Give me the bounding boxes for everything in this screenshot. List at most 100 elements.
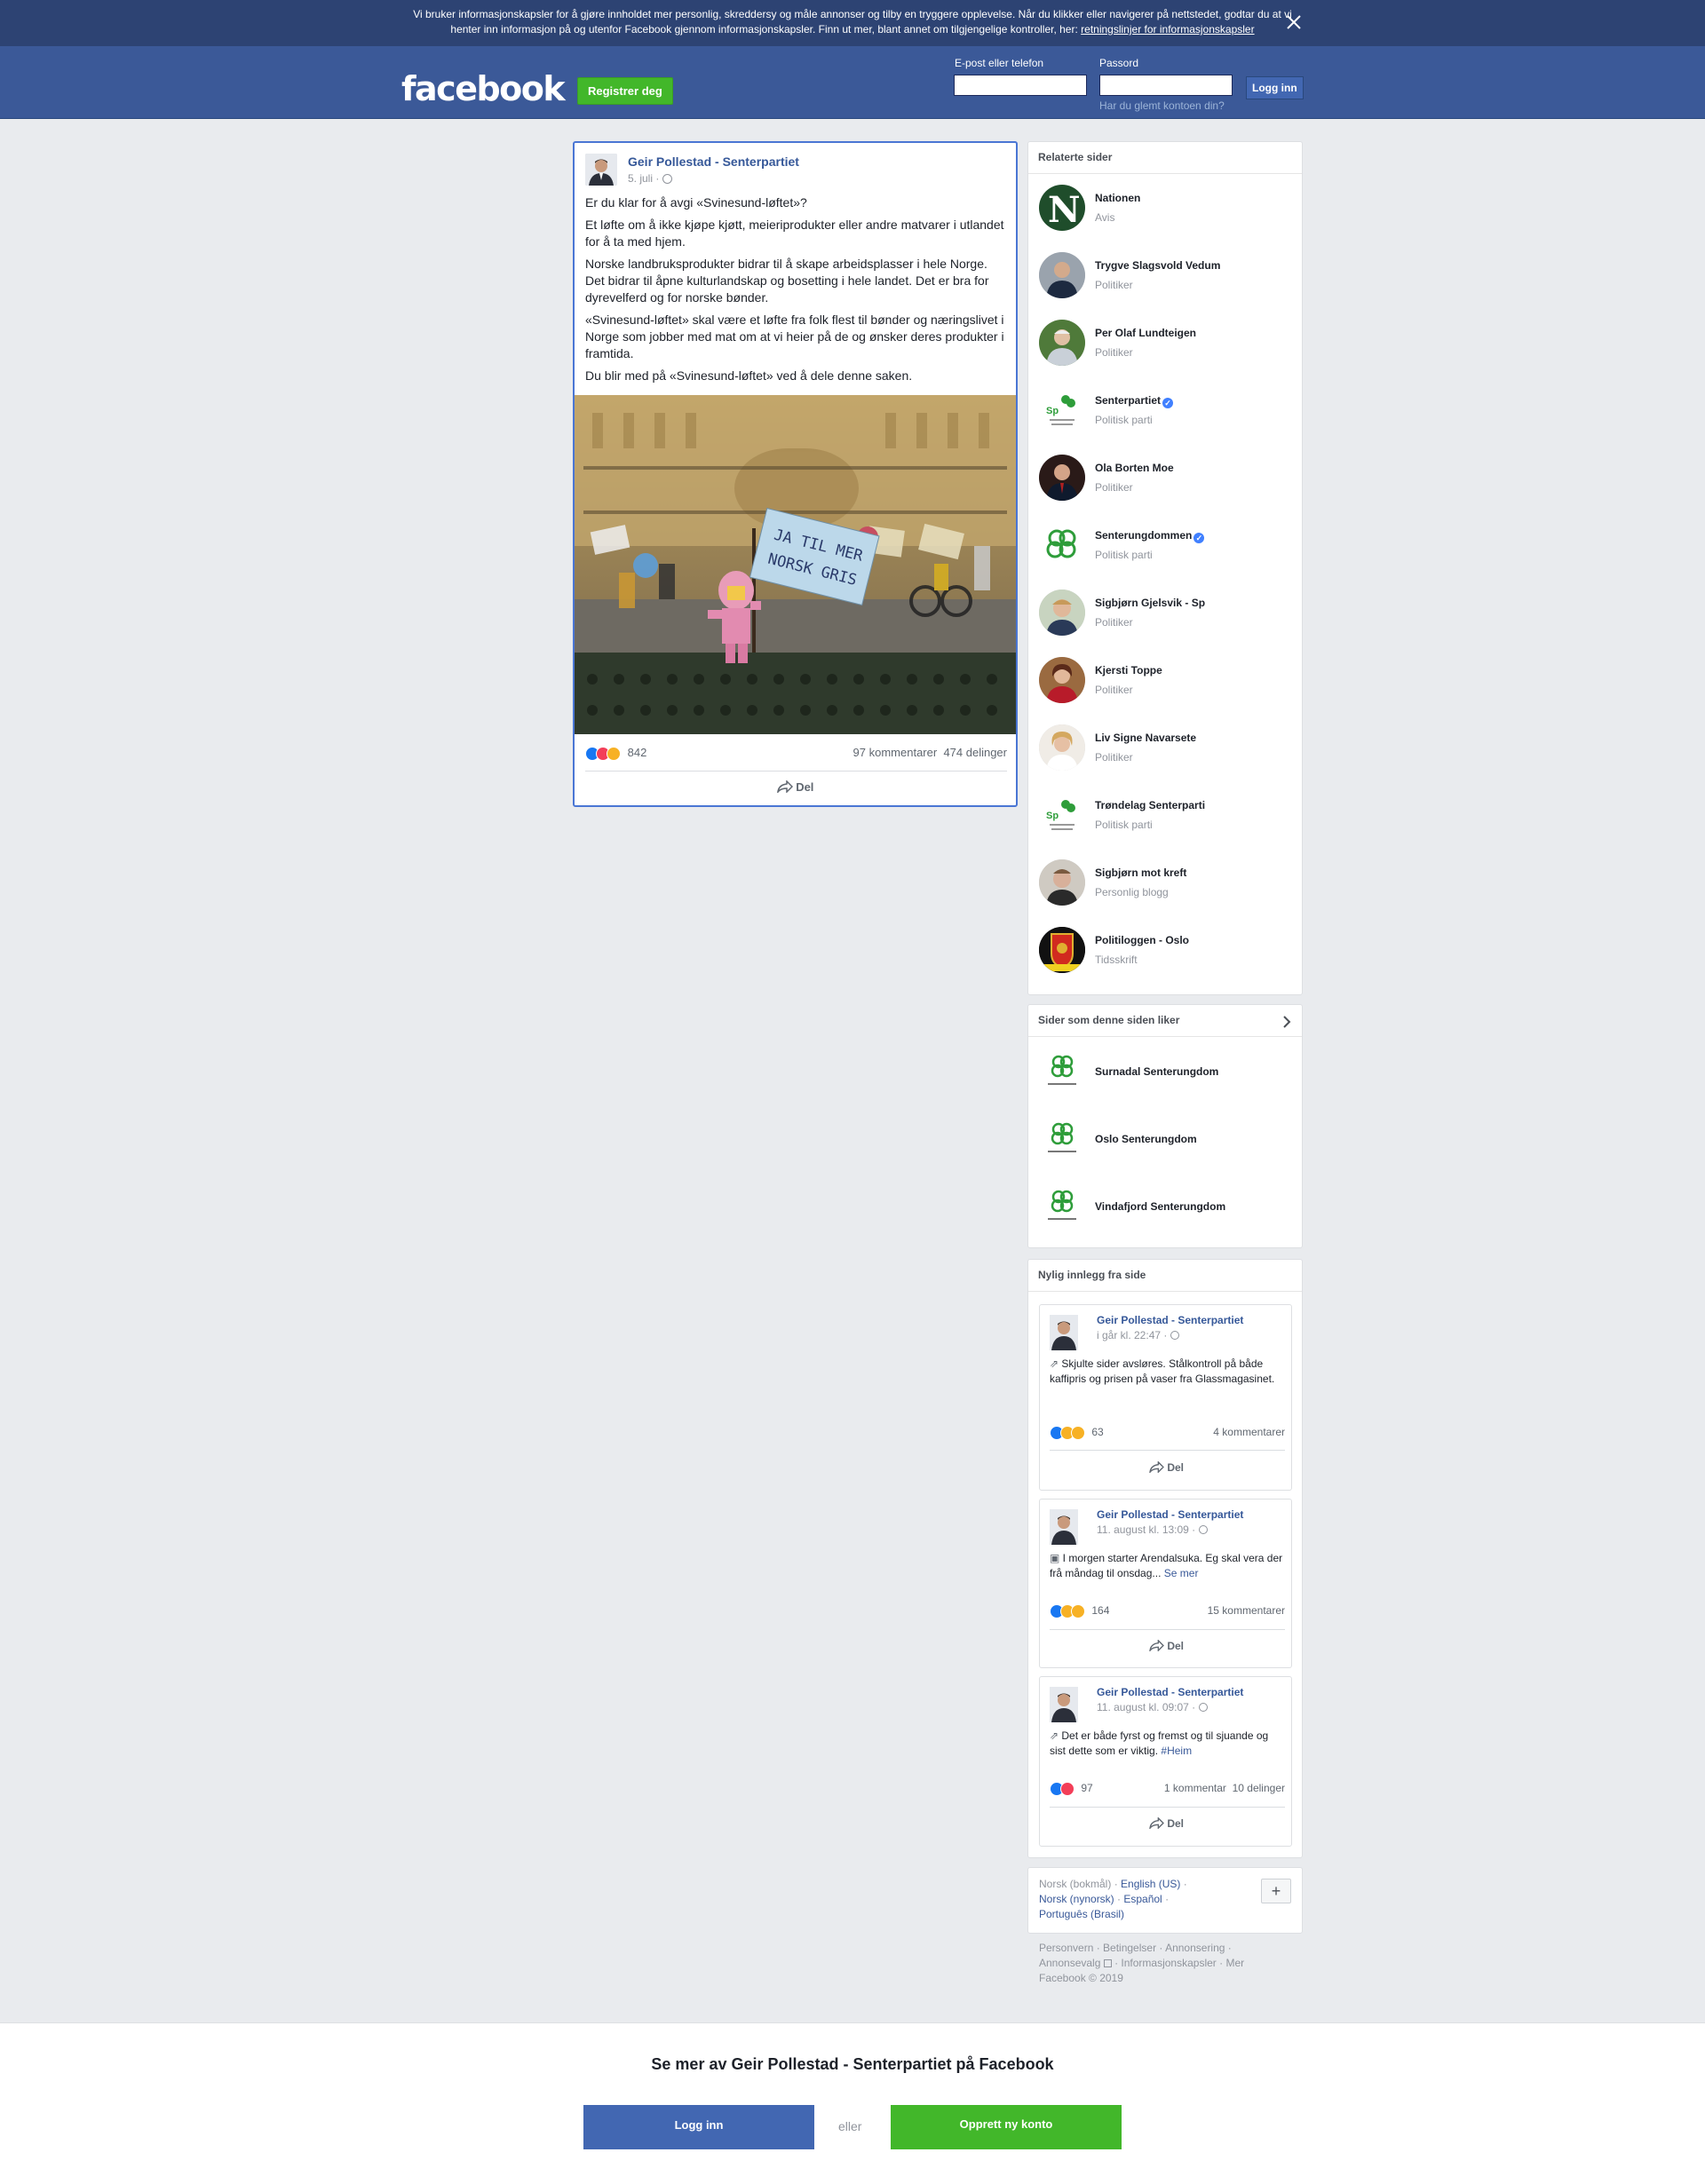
author-avatar[interactable] <box>1050 1687 1078 1722</box>
email-field[interactable] <box>954 75 1087 96</box>
author-avatar[interactable] <box>585 154 617 186</box>
globe-icon <box>662 174 672 184</box>
reactions-count[interactable]: 63 <box>1091 1426 1103 1438</box>
author-avatar[interactable] <box>1050 1509 1078 1545</box>
share-icon <box>1149 1460 1164 1475</box>
liked-pages-header[interactable]: Sider som denne siden liker <box>1028 1005 1302 1037</box>
sad-reaction-icon <box>1071 1426 1085 1440</box>
share-label: Del <box>1167 1817 1185 1830</box>
related-page-name: Ola Borten Moe <box>1095 462 1174 474</box>
add-language-button[interactable]: + <box>1261 1879 1291 1903</box>
share-button[interactable]: Del <box>575 779 1016 795</box>
page-avatar <box>1039 522 1085 568</box>
related-page-name: Per Olaf Lundteigen <box>1095 327 1197 339</box>
reactions-count[interactable]: 97 <box>1081 1782 1092 1794</box>
shares-count-link[interactable]: 474 delinger <box>943 746 1007 759</box>
related-page-category: Politiker <box>1095 684 1133 696</box>
page-avatar <box>1039 859 1085 906</box>
post-photo[interactable]: JA TIL MER NORSK GRIS <box>575 395 1016 734</box>
verified-badge-icon: ✓ <box>1194 533 1205 543</box>
language-link[interactable]: Español <box>1123 1893 1162 1905</box>
divider <box>585 771 1007 772</box>
recent-post-reactions: 63 4 kommentarer <box>1050 1426 1285 1440</box>
language-link[interactable]: Português (Brasil) <box>1039 1908 1124 1920</box>
share-button[interactable]: Del <box>1040 1816 1293 1831</box>
chevron-right-icon[interactable] <box>1282 1016 1291 1028</box>
post-paragraph: Er du klar for å avgi «Svinesund-løftet»… <box>585 195 807 210</box>
cookie-policy-link[interactable]: retningslinjer for informasjonskapsler <box>1081 23 1254 36</box>
cookie-banner: Vi bruker informasjonskapsler for å gjør… <box>0 0 1705 46</box>
page-avatar <box>1039 455 1085 501</box>
comments-count-link[interactable]: 15 kommentarer <box>1208 1604 1285 1617</box>
recent-post-date[interactable]: 11. august kl. 13:09 · <box>1097 1523 1208 1536</box>
related-page-category: Politiker <box>1095 279 1133 291</box>
see-more-link[interactable]: Se mer <box>1164 1567 1199 1579</box>
current-language: Norsk (bokmål) <box>1039 1878 1112 1890</box>
related-page-category: Avis <box>1095 211 1115 224</box>
recent-post-date[interactable]: 11. august kl. 09:07 · <box>1097 1701 1208 1713</box>
share-button[interactable]: Del <box>1040 1460 1293 1475</box>
footer-links-text-2[interactable]: · Informasjonskapsler · Mer <box>1112 1957 1244 1969</box>
globe-icon <box>1170 1331 1179 1340</box>
recent-post-author[interactable]: Geir Pollestad - Senterpartiet <box>1097 1314 1243 1326</box>
related-page-category: Politisk parti <box>1095 549 1153 561</box>
recent-post: Geir Pollestad - Senterpartiet i går kl.… <box>1039 1304 1292 1491</box>
footer-links: Personvern · Betingelser · Annonsering ·… <box>1039 1941 1288 1986</box>
create-account-button[interactable]: Opprett ny konto <box>891 2105 1122 2149</box>
facebook-logo[interactable]: facebook <box>401 69 566 108</box>
related-page-category: Politisk parti <box>1095 414 1153 426</box>
page-avatar: Sp <box>1039 387 1085 433</box>
related-pages-card: Relaterte sider N Nationen Avis Trygve S… <box>1027 141 1303 995</box>
header-login-button[interactable]: Logg inn <box>1246 76 1304 99</box>
svg-text:N: N <box>1048 189 1081 231</box>
related-page-category: Politiker <box>1095 616 1133 629</box>
recent-post-author[interactable]: Geir Pollestad - Senterpartiet <box>1097 1508 1243 1521</box>
reactions-summary[interactable]: 842 <box>585 746 647 761</box>
page-avatar <box>1039 252 1085 298</box>
related-page-category: Personlig blogg <box>1095 886 1169 898</box>
post-paragraph: Norske landbruksprodukter bidrar til å s… <box>585 257 989 305</box>
password-field[interactable] <box>1099 75 1233 96</box>
recent-post-author[interactable]: Geir Pollestad - Senterpartiet <box>1097 1686 1243 1698</box>
page-avatar: N <box>1039 185 1085 231</box>
password-label: Passord <box>1099 57 1139 69</box>
related-page-name: Liv Signe Navarsete <box>1095 732 1197 744</box>
share-icon <box>1149 1816 1164 1831</box>
post-author[interactable]: Geir Pollestad - Senterpartiet <box>628 154 799 169</box>
author-avatar[interactable] <box>1050 1315 1078 1350</box>
liked-page-name: Surnadal Senterungdom <box>1095 1065 1219 1078</box>
close-icon[interactable] <box>1284 12 1304 32</box>
shares-count-link[interactable]: 10 delinger <box>1233 1782 1285 1794</box>
language-link[interactable]: Norsk (nynorsk) <box>1039 1893 1114 1905</box>
page-avatar <box>1039 320 1085 366</box>
post-date[interactable]: 5. juli · <box>628 172 672 185</box>
verified-badge-icon: ✓ <box>1162 398 1174 408</box>
post-paragraph: Du blir med på «Svinesund-løftet» ved å … <box>585 368 913 383</box>
page-avatar <box>1039 590 1085 636</box>
forgot-account-link[interactable]: Har du glemt kontoen din? <box>1099 99 1225 112</box>
liked-pages-title: Sider som denne siden liker <box>1038 1014 1180 1026</box>
hashtag-link[interactable]: #Heim <box>1161 1745 1192 1757</box>
liked-page-name: Oslo Senterungdom <box>1095 1133 1197 1145</box>
related-page-category: Politisk parti <box>1095 819 1153 831</box>
bottom-login-bar: Se mer av Geir Pollestad - Senterpartiet… <box>0 2022 1705 2184</box>
reactions-count[interactable]: 164 <box>1091 1604 1109 1617</box>
reactions-count: 842 <box>627 746 647 759</box>
liked-page-name: Vindafjord Senterungdom <box>1095 1200 1226 1213</box>
related-page-name: Senterpartiet ✓ <box>1095 394 1174 408</box>
share-icon <box>776 779 793 795</box>
recent-post-date[interactable]: i går kl. 22:47 · <box>1097 1329 1179 1341</box>
comments-count-link[interactable]: 4 kommentarer <box>1213 1426 1285 1438</box>
comments-count-link[interactable]: 1 kommentar <box>1164 1782 1226 1794</box>
comments-count-link[interactable]: 97 kommentarer <box>853 746 938 759</box>
recent-post-text: ⇗ Skjulte sider avsløres. Stålkontroll p… <box>1050 1357 1285 1387</box>
bottom-login-button[interactable]: Logg inn <box>583 2105 814 2149</box>
post-paragraph: «Svinesund-løftet» skal være et løfte fr… <box>585 313 1004 360</box>
register-button[interactable]: Registrer deg <box>577 77 673 105</box>
email-label: E-post eller telefon <box>955 57 1044 69</box>
love-reaction-icon <box>1060 1782 1075 1796</box>
share-button[interactable]: Del <box>1040 1639 1293 1653</box>
language-link[interactable]: English (US) <box>1121 1878 1180 1890</box>
related-page-name: Trygve Slagsvold Vedum <box>1095 259 1221 272</box>
liked-pages-card: Sider som denne siden liker Surnadal Sen… <box>1027 1004 1303 1248</box>
